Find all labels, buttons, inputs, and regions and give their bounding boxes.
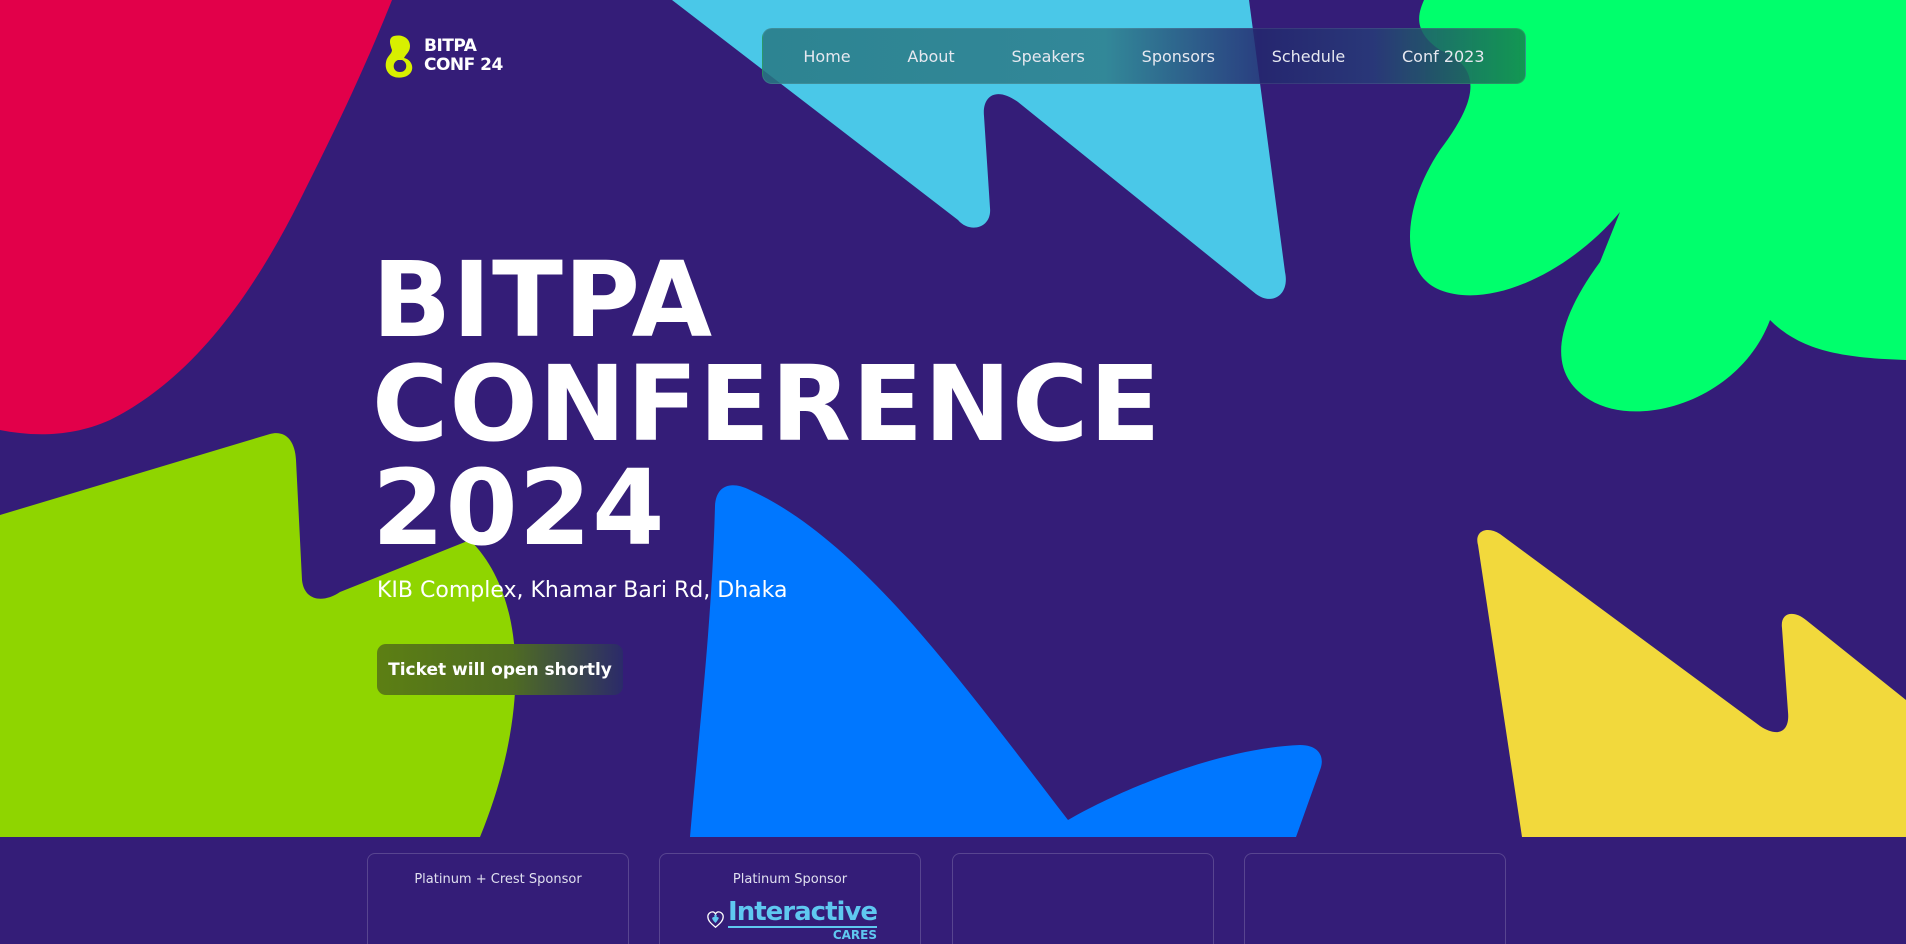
nav-link-home[interactable]: Home: [793, 41, 860, 72]
sponsor-logo-wordmark: Interactive CARES: [728, 897, 878, 941]
event-location: KIB Complex, Khamar Bari Rd, Dhaka: [377, 578, 788, 603]
yellow-blob: [1477, 529, 1906, 837]
interactive-cares-logo: Interactive CARES: [707, 897, 878, 942]
main-nav: Home About Speakers Sponsors Schedule Co…: [762, 28, 1526, 84]
sponsor-logo-sub: CARES: [728, 926, 877, 941]
nav-link-schedule[interactable]: Schedule: [1262, 41, 1356, 72]
nav-link-sponsors[interactable]: Sponsors: [1132, 41, 1225, 72]
hero-title-line-1: BITPA: [372, 239, 714, 361]
nav-link-conf-2023[interactable]: Conf 2023: [1392, 41, 1495, 72]
sponsor-card[interactable]: Platinum + Crest Sponsor: [367, 853, 629, 944]
nav-link-speakers[interactable]: Speakers: [1001, 41, 1094, 72]
sponsor-logo-word: Interactive: [728, 897, 878, 927]
hero-title-line-2: CONFERENCE: [372, 343, 1162, 465]
hero-title: BITPA CONFERENCE 2024: [372, 248, 1161, 560]
logo-line-2: CONF 24: [424, 55, 503, 75]
site-logo[interactable]: BITPA CONF 24: [380, 32, 503, 80]
nav-link-about[interactable]: About: [897, 41, 964, 72]
sponsor-card[interactable]: Platinum Sponsor Interactive CARES: [659, 853, 921, 944]
bitpa-logo-mark-icon: [385, 35, 413, 78]
logo-wordmark: BITPA CONF 24: [424, 37, 503, 75]
ticket-button[interactable]: Ticket will open shortly: [377, 644, 623, 695]
sponsor-card[interactable]: [952, 853, 1214, 944]
hero-section: BITPA CONF 24 Home About Speakers Sponso…: [0, 0, 1906, 837]
sponsor-tier-label: Platinum Sponsor: [732, 872, 848, 887]
heart-hand-icon: [707, 911, 724, 929]
sponsor-card[interactable]: [1244, 853, 1506, 944]
red-blob: [0, 0, 392, 435]
sponsor-tier-label: Platinum + Crest Sponsor: [414, 872, 582, 887]
logo-line-1: BITPA: [424, 36, 477, 56]
hero-title-line-3: 2024: [372, 447, 666, 569]
sponsors-strip: Platinum + Crest Sponsor Platinum Sponso…: [0, 837, 1906, 944]
